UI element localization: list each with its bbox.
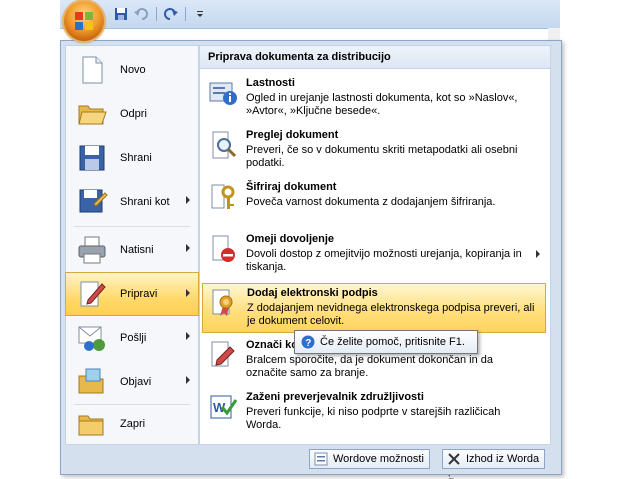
quick-access-toolbar bbox=[112, 4, 209, 24]
submenu-item-compatibility-checker[interactable]: W Zaženi preverjevalnik združljivosti Pr… bbox=[202, 388, 546, 438]
save-icon[interactable] bbox=[112, 5, 130, 23]
menu-item-publish[interactable]: Objavi bbox=[66, 360, 198, 404]
submenu-item-encrypt-document[interactable]: Šifriraj dokument Poveča varnost dokumen… bbox=[202, 178, 546, 218]
exit-word-button[interactable]: Izhod iz Worda bbox=[442, 449, 546, 469]
word-options-button[interactable]: Wordove možnosti bbox=[309, 449, 430, 469]
prepare-icon bbox=[80, 281, 106, 307]
menu-item-save[interactable]: Shrani bbox=[66, 136, 198, 180]
printer-icon bbox=[78, 236, 106, 264]
chevron-right-icon bbox=[186, 244, 190, 252]
menu-item-print[interactable]: Natisni bbox=[66, 228, 198, 272]
prepare-submenu: Priprava dokumenta za distribucijo Lastn… bbox=[199, 45, 551, 445]
options-icon bbox=[314, 452, 328, 466]
chevron-right-icon bbox=[186, 289, 190, 297]
send-icon bbox=[78, 326, 105, 351]
submenu-title: Priprava dokumenta za distribucijo bbox=[200, 46, 550, 69]
mark-final-icon bbox=[211, 341, 235, 367]
encrypt-icon bbox=[211, 184, 235, 209]
open-folder-icon bbox=[78, 105, 107, 125]
submenu-item-add-digital-signature[interactable]: Dodaj elektronski podpis Z dodajanjem ne… bbox=[202, 283, 546, 333]
toolbar-separator bbox=[156, 7, 157, 21]
svg-text:?: ? bbox=[305, 338, 311, 349]
menu-separator bbox=[74, 226, 190, 227]
submenu-item-restrict-permission[interactable]: Omeji dovoljenje Dovoli dostop z omejitv… bbox=[202, 230, 546, 280]
menu-item-send[interactable]: Pošlji bbox=[66, 316, 198, 360]
restrict-permission-icon bbox=[212, 235, 235, 262]
help-tooltip: ? Če želite pomoč, pritisnite F1. bbox=[294, 330, 478, 354]
save-as-icon bbox=[79, 189, 108, 213]
close-icon bbox=[448, 453, 460, 465]
menu-commands-pane: Novo Odpri Shrani Shrani kot Natisni Pri… bbox=[65, 45, 199, 445]
compatibility-checker-icon: W bbox=[210, 395, 238, 419]
chevron-right-icon bbox=[186, 196, 190, 204]
menu-bottom-bar: Wordove možnosti Izhod iz Worda bbox=[61, 445, 561, 474]
office-menu: Novo Odpri Shrani Shrani kot Natisni Pri… bbox=[60, 40, 562, 475]
menu-item-save-as[interactable]: Shrani kot bbox=[66, 180, 198, 224]
close-folder-icon bbox=[78, 415, 104, 436]
save-icon bbox=[79, 145, 105, 171]
office-logo-icon bbox=[75, 12, 93, 30]
toolbar-separator bbox=[185, 7, 186, 21]
publish-icon bbox=[78, 368, 104, 394]
office-button[interactable] bbox=[64, 1, 104, 41]
menu-item-close[interactable]: Zapri bbox=[66, 402, 198, 446]
chevron-right-icon bbox=[186, 376, 190, 384]
menu-item-open[interactable]: Odpri bbox=[66, 92, 198, 136]
submenu-item-properties[interactable]: Lastnosti Ogled in urejanje lastnosti do… bbox=[202, 74, 546, 124]
submenu-item-inspect-document[interactable]: Preglej dokument Preveri, če so v dokume… bbox=[202, 126, 546, 176]
chevron-right-icon bbox=[186, 332, 190, 340]
redo-icon[interactable] bbox=[162, 5, 180, 23]
customize-icon[interactable] bbox=[191, 5, 209, 23]
signature-ribbon-icon bbox=[212, 289, 233, 316]
help-icon: ? bbox=[301, 335, 315, 349]
menu-item-new[interactable]: Novo bbox=[66, 48, 198, 92]
chevron-right-icon bbox=[536, 250, 540, 258]
properties-icon bbox=[209, 82, 237, 105]
undo-icon[interactable] bbox=[133, 5, 151, 23]
menu-item-prepare[interactable]: Pripravi bbox=[65, 272, 199, 316]
new-document-icon bbox=[82, 56, 103, 84]
inspect-document-icon bbox=[212, 131, 237, 159]
